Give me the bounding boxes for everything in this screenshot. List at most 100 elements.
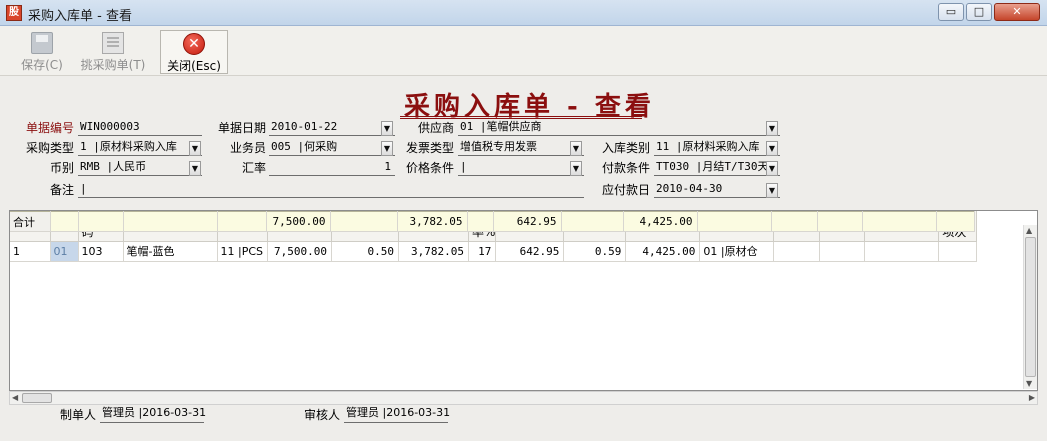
remark-label: 备注 — [49, 183, 74, 197]
invoice-type-field[interactable]: 增值税专用发票 — [458, 139, 584, 156]
reviewer-field: 管理员 |2016-03-31 — [344, 405, 450, 423]
close-button[interactable]: ✕ 关闭(Esc) — [160, 30, 228, 74]
cell-batch-no[interactable] — [773, 241, 821, 262]
save-disk-icon — [31, 32, 53, 54]
currency-field[interactable]: RMB |人民币 — [78, 159, 202, 176]
total-label: 合计 — [10, 211, 51, 232]
close-label: 关闭(Esc) — [167, 59, 221, 73]
creator-label: 制单人 — [60, 408, 97, 422]
cell-tax-rate[interactable]: 17 — [468, 241, 497, 262]
cell-tax-amount[interactable]: 642.95 — [495, 241, 565, 262]
payment-terms-field[interactable]: TT030 |月结T/T30天 — [654, 159, 780, 176]
cell-summary[interactable] — [819, 241, 866, 262]
cell-warehouse[interactable]: 01 |原材仓 — [699, 241, 775, 262]
total-row-table: 合计 7,500.00 3,782.05 642.95 4,425.00 — [10, 211, 975, 232]
cell-unit-price-inc-tax[interactable]: 0.59 — [563, 241, 627, 262]
salesperson-dropdown-icon[interactable]: ▼ — [381, 141, 393, 156]
purchase-type-label: 采购类型 — [25, 141, 74, 155]
pick-label: 挑采购单(T) — [80, 58, 146, 72]
payable-date-dropdown-icon[interactable]: ▼ — [766, 183, 778, 198]
creator-field: 管理员 |2016-03-31 — [100, 405, 206, 423]
doc-date-dropdown-icon[interactable]: ▼ — [381, 121, 393, 136]
exchange-rate-field[interactable]: 1 — [269, 159, 395, 176]
total-unit — [217, 211, 267, 232]
cell-total-inc-tax[interactable]: 4,425.00 — [625, 241, 701, 262]
salesperson-label: 业务员 — [229, 141, 266, 155]
price-terms-field[interactable]: | — [458, 159, 584, 176]
reviewer-label: 审核人 — [304, 408, 341, 422]
title-bar: 股 采购入库单 - 查看 ▭ □ ✕ — [0, 0, 1047, 26]
purchase-type-dropdown-icon[interactable]: ▼ — [189, 141, 201, 156]
remark-field[interactable]: | — [78, 181, 584, 198]
doc-no-label: 单据编号 — [25, 121, 74, 135]
total-warehouse — [697, 211, 772, 232]
total-source-doc-no — [862, 211, 937, 232]
row-number: 1 — [10, 241, 51, 262]
scroll-down-icon[interactable]: ▼ — [1026, 379, 1032, 388]
vertical-scroll-thumb[interactable] — [1025, 237, 1036, 377]
exchange-rate-label: 汇率 — [241, 161, 266, 175]
scroll-left-icon[interactable]: ◀ — [12, 393, 18, 402]
cell-unit[interactable]: 11 |PCS — [217, 241, 268, 262]
currency-label: 币别 — [49, 161, 74, 175]
save-label: 保存(C) — [21, 58, 63, 72]
cell-item-code[interactable]: 103 — [78, 241, 124, 262]
cell-seq[interactable]: 01 — [50, 241, 79, 262]
stock-in-type-field[interactable]: 11 |原材料采购入库 — [654, 139, 780, 156]
cell-unit-price-ex-tax[interactable]: 0.50 — [331, 241, 399, 262]
minimize-button[interactable]: ▭ — [938, 3, 964, 21]
stock-in-type-dropdown-icon[interactable]: ▼ — [766, 141, 778, 156]
total-name-spec — [123, 211, 218, 232]
currency-dropdown-icon[interactable]: ▼ — [189, 161, 201, 176]
cell-source-line[interactable] — [938, 241, 978, 262]
total-batch-no — [771, 211, 818, 232]
total-item-code — [78, 211, 124, 232]
toolbar: 保存(C) 挑采购单(T) ✕ 关闭(Esc) — [0, 26, 1047, 76]
payment-terms-label: 付款条件 — [601, 161, 650, 175]
scroll-up-icon[interactable]: ▲ — [1026, 226, 1032, 235]
total-unit-price-inc-tax — [561, 211, 624, 232]
payable-date-label: 应付款日 — [601, 183, 650, 197]
purchase-type-field[interactable]: 1 |原材料采购入库 — [78, 139, 202, 156]
price-terms-label: 价格条件 — [405, 161, 454, 175]
restore-button[interactable]: □ — [966, 3, 992, 21]
supplier-dropdown-icon[interactable]: ▼ — [766, 121, 778, 136]
total-source-line — [936, 211, 975, 232]
cell-source-doc-no[interactable] — [864, 241, 940, 262]
total-seq — [50, 211, 79, 232]
pick-purchase-order-button[interactable]: 挑采购单(T) — [76, 30, 150, 74]
payment-terms-dropdown-icon[interactable]: ▼ — [766, 161, 778, 176]
cell-amount-ex-tax[interactable]: 3,782.05 — [398, 241, 469, 262]
close-window-button[interactable]: ✕ — [994, 3, 1040, 21]
cell-name-spec[interactable]: 笔帽-蓝色 — [123, 241, 218, 262]
cell-quantity[interactable]: 7,500.00 — [267, 241, 332, 262]
horizontal-scrollbar[interactable]: ◀ ▶ — [9, 391, 1038, 405]
total-quantity: 7,500.00 — [266, 211, 331, 232]
total-amount-ex-tax: 3,782.05 — [397, 211, 468, 232]
table-row[interactable]: 1 01 103 笔帽-蓝色 11 |PCS 7,500.00 0.50 3,7… — [10, 241, 978, 262]
salesperson-field[interactable]: 005 |何采购 — [269, 139, 395, 156]
vertical-scrollbar[interactable]: ▲ ▼ — [1023, 225, 1037, 389]
supplier-label: 供应商 — [417, 121, 454, 135]
detail-grid: 项次 货品代码 品名规格 单位 数量 无税单价 无税金额 税率% 税额 含税单价… — [9, 210, 1038, 391]
document-list-icon — [102, 32, 124, 54]
total-tax-amount: 642.95 — [493, 211, 562, 232]
window-title: 采购入库单 - 查看 — [28, 9, 132, 24]
close-circle-icon: ✕ — [183, 33, 205, 55]
invoice-type-dropdown-icon[interactable]: ▼ — [570, 141, 582, 156]
doc-date-field[interactable]: 2010-01-22 — [269, 119, 395, 136]
horizontal-scroll-thumb[interactable] — [22, 393, 52, 403]
save-button[interactable]: 保存(C) — [14, 30, 70, 74]
supplier-field[interactable]: 01 |笔帽供应商 — [458, 119, 780, 136]
total-total-inc-tax: 4,425.00 — [623, 211, 698, 232]
total-row: 合计 7,500.00 3,782.05 642.95 4,425.00 — [10, 211, 975, 232]
total-unit-price-ex-tax — [330, 211, 398, 232]
payable-date-field[interactable]: 2010-04-30 — [654, 181, 780, 198]
total-tax-rate — [467, 211, 494, 232]
invoice-type-label: 发票类型 — [405, 141, 454, 155]
stock-in-type-label: 入库类别 — [601, 141, 650, 155]
doc-no-field[interactable]: WIN000003 — [78, 119, 202, 136]
scroll-right-icon[interactable]: ▶ — [1029, 393, 1035, 402]
price-terms-dropdown-icon[interactable]: ▼ — [570, 161, 582, 176]
total-summary — [817, 211, 863, 232]
